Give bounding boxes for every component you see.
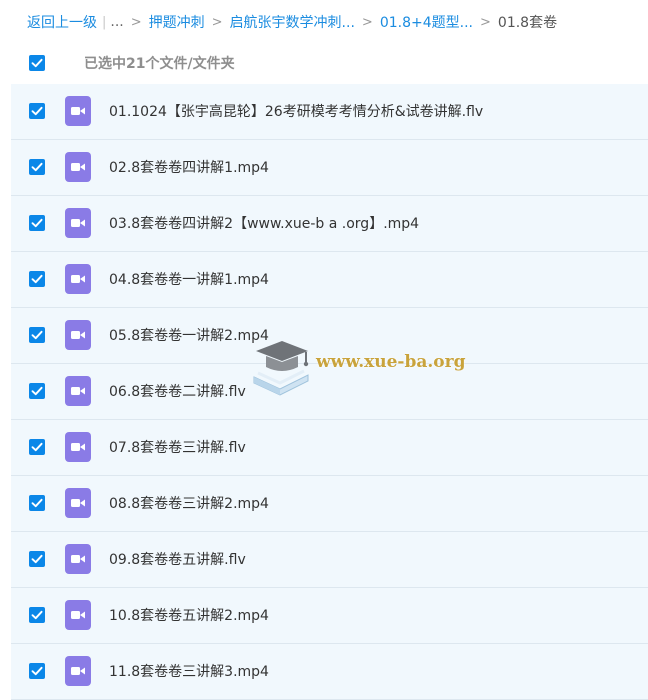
back-link[interactable]: 返回上一级 bbox=[27, 12, 97, 32]
video-file-icon bbox=[65, 656, 91, 686]
file-row[interactable]: 02.8套卷卷四讲解1.mp4 bbox=[11, 140, 648, 196]
breadcrumb-item[interactable]: 押题冲刺 bbox=[149, 12, 205, 32]
select-all-checkbox[interactable] bbox=[29, 55, 45, 71]
file-name[interactable]: 09.8套卷卷五讲解.flv bbox=[109, 549, 246, 569]
file-name[interactable]: 01.1024【张宇高昆轮】26考研模考考情分析&试卷讲解.flv bbox=[109, 101, 483, 121]
file-name[interactable]: 03.8套卷卷四讲解2【www.xue-b a .org】.mp4 bbox=[109, 213, 419, 233]
video-file-icon bbox=[65, 432, 91, 462]
check-icon bbox=[31, 58, 43, 68]
file-name[interactable]: 04.8套卷卷一讲解1.mp4 bbox=[109, 269, 269, 289]
video-file-icon bbox=[65, 264, 91, 294]
file-checkbox[interactable] bbox=[29, 495, 45, 511]
breadcrumb-ellipsis[interactable]: ... bbox=[110, 14, 123, 30]
select-all-row: 已选中21个文件/文件夹 bbox=[0, 44, 648, 82]
file-checkbox[interactable] bbox=[29, 103, 45, 119]
file-checkbox[interactable] bbox=[29, 663, 45, 679]
video-file-icon bbox=[65, 208, 91, 238]
check-icon bbox=[31, 554, 43, 564]
file-name[interactable]: 08.8套卷卷三讲解2.mp4 bbox=[109, 493, 269, 513]
file-row[interactable]: 10.8套卷卷五讲解2.mp4 bbox=[11, 588, 648, 644]
file-checkbox[interactable] bbox=[29, 551, 45, 567]
file-row[interactable]: 04.8套卷卷一讲解1.mp4 bbox=[11, 252, 648, 308]
video-file-icon bbox=[65, 488, 91, 518]
video-file-icon bbox=[65, 544, 91, 574]
file-checkbox[interactable] bbox=[29, 607, 45, 623]
video-file-icon bbox=[65, 320, 91, 350]
chevron-right-icon: > bbox=[130, 14, 142, 30]
file-name[interactable]: 06.8套卷卷二讲解.flv bbox=[109, 381, 246, 401]
breadcrumb-item[interactable]: 01.8+4题型... bbox=[380, 12, 473, 32]
file-checkbox[interactable] bbox=[29, 159, 45, 175]
breadcrumb-current: 01.8套卷 bbox=[497, 15, 558, 31]
breadcrumb-divider: | bbox=[102, 14, 107, 30]
breadcrumb-item[interactable]: 启航张宇数学冲刺... bbox=[230, 12, 355, 32]
file-row[interactable]: 08.8套卷卷三讲解2.mp4 bbox=[11, 476, 648, 532]
video-file-icon bbox=[65, 96, 91, 126]
file-row[interactable]: 05.8套卷卷一讲解2.mp4 bbox=[11, 308, 648, 364]
video-file-icon bbox=[65, 152, 91, 182]
file-checkbox[interactable] bbox=[29, 271, 45, 287]
check-icon bbox=[31, 330, 43, 340]
breadcrumb: 返回上一级 | ... > 押题冲刺 > 启航张宇数学冲刺... > 01.8+… bbox=[27, 11, 557, 33]
file-checkbox[interactable] bbox=[29, 215, 45, 231]
video-file-icon bbox=[65, 600, 91, 630]
file-checkbox[interactable] bbox=[29, 327, 45, 343]
selection-count-label: 已选中21个文件/文件夹 bbox=[84, 56, 235, 72]
check-icon bbox=[31, 274, 43, 284]
file-row[interactable]: 03.8套卷卷四讲解2【www.xue-b a .org】.mp4 bbox=[11, 196, 648, 252]
file-row[interactable]: 06.8套卷卷二讲解.flv bbox=[11, 364, 648, 420]
check-icon bbox=[31, 218, 43, 228]
check-icon bbox=[31, 162, 43, 172]
check-icon bbox=[31, 610, 43, 620]
chevron-right-icon: > bbox=[211, 14, 223, 30]
check-icon bbox=[31, 106, 43, 116]
check-icon bbox=[31, 498, 43, 508]
video-file-icon bbox=[65, 376, 91, 406]
file-name[interactable]: 07.8套卷卷三讲解.flv bbox=[109, 437, 246, 457]
file-checkbox[interactable] bbox=[29, 383, 45, 399]
file-name[interactable]: 05.8套卷卷一讲解2.mp4 bbox=[109, 325, 269, 345]
file-row[interactable]: 07.8套卷卷三讲解.flv bbox=[11, 420, 648, 476]
file-row[interactable]: 01.1024【张宇高昆轮】26考研模考考情分析&试卷讲解.flv bbox=[11, 84, 648, 140]
check-icon bbox=[31, 386, 43, 396]
chevron-right-icon: > bbox=[361, 14, 373, 30]
check-icon bbox=[31, 666, 43, 676]
file-list: 01.1024【张宇高昆轮】26考研模考考情分析&试卷讲解.flv 02.8套卷卷… bbox=[11, 84, 648, 700]
chevron-right-icon: > bbox=[480, 14, 491, 30]
file-name[interactable]: 11.8套卷卷三讲解3.mp4 bbox=[109, 661, 269, 681]
file-checkbox[interactable] bbox=[29, 439, 45, 455]
file-row[interactable]: 09.8套卷卷五讲解.flv bbox=[11, 532, 648, 588]
file-name[interactable]: 02.8套卷卷四讲解1.mp4 bbox=[109, 157, 269, 177]
file-row[interactable]: 11.8套卷卷三讲解3.mp4 bbox=[11, 644, 648, 700]
check-icon bbox=[31, 442, 43, 452]
file-name[interactable]: 10.8套卷卷五讲解2.mp4 bbox=[109, 605, 269, 625]
